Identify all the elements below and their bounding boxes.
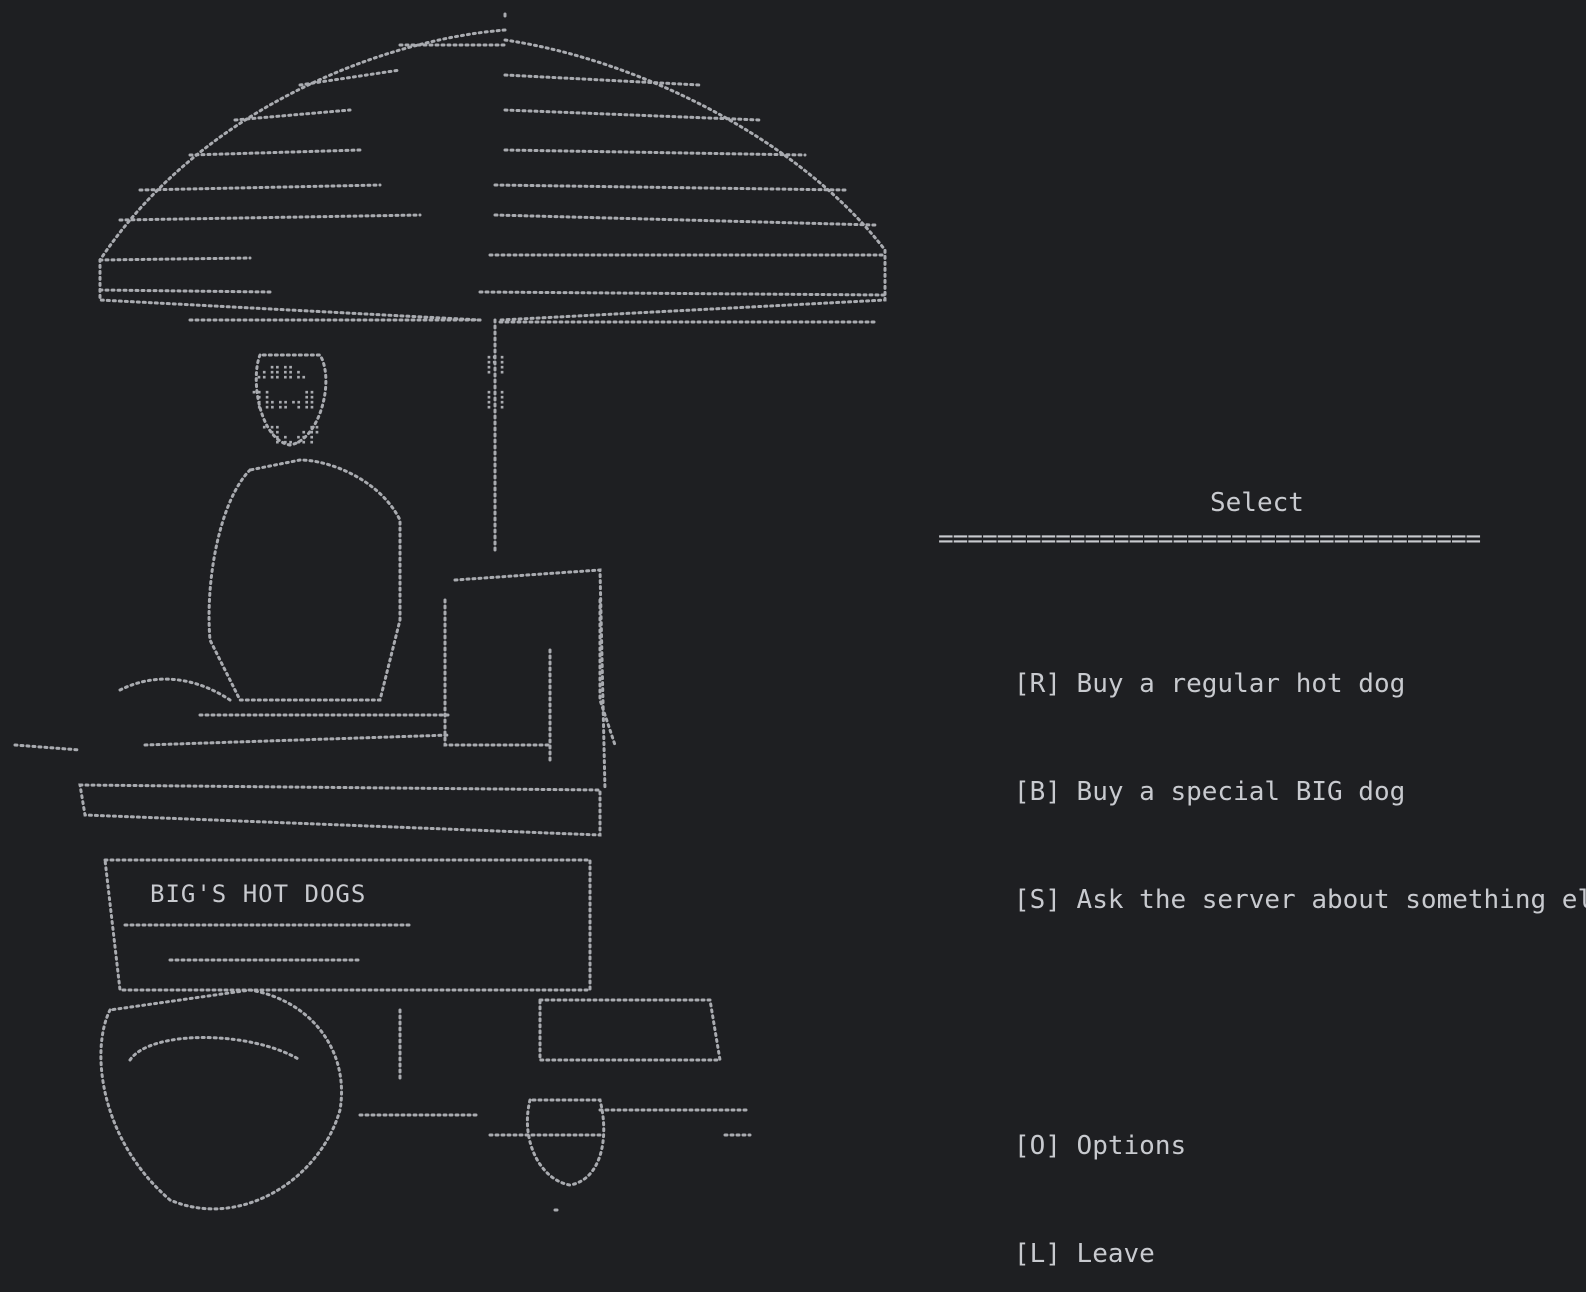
- menu-key-s: [S]: [1013, 885, 1061, 915]
- server-eyes-art: ⣠⣶⣶⣄: [255, 359, 308, 380]
- svg-text:⡟⡇: ⡟⡇: [485, 354, 511, 375]
- menu-label-ask-server: Ask the server about something else: [1076, 885, 1586, 915]
- terminal-window: ⣠⣶⣶⣄ ⢹⣧⣤⢤⣿ ⠈⢻⣄⣴⡟ ⡟⡇ ⡇⡇ BIG'S HOT DOGS Se…: [0, 0, 1586, 1292]
- cart-top: [78, 783, 602, 837]
- menu-label-big-dog: Buy a special BIG dog: [1076, 777, 1406, 807]
- umbrella-right: [498, 38, 887, 322]
- secondary-menu: [O] Options [L] Leave: [920, 1020, 1186, 1292]
- wheel-right: [525, 1098, 606, 1187]
- menu-item-regular-hot-dog[interactable]: [R] Buy a regular hot dog: [920, 630, 1586, 699]
- menu-item-options[interactable]: [O] Options: [920, 1092, 1186, 1161]
- menu-label-options: Options: [1076, 1131, 1187, 1161]
- hot-dog-stand-ascii-art: ⣠⣶⣶⣄ ⢹⣧⣤⢤⣿ ⠈⢻⣄⣴⡟ ⡟⡇ ⡇⡇: [13, 12, 887, 1212]
- menu-key-b: [B]: [1013, 777, 1061, 807]
- menu-item-ask-server[interactable]: [S] Ask the server about something else: [920, 846, 1586, 915]
- menu-item-big-dog[interactable]: [B] Buy a special BIG dog: [920, 738, 1586, 807]
- menu-item-leave[interactable]: [L] Leave: [920, 1200, 1186, 1269]
- umbrella-left: [98, 28, 507, 322]
- main-menu: [R] Buy a regular hot dog [B] Buy a spec…: [920, 558, 1586, 954]
- svg-text:⠈⢻⣄⣴⡟: ⠈⢻⣄⣴⡟: [255, 424, 321, 445]
- menu-key-o: [O]: [1013, 1131, 1061, 1161]
- menu-divider: =====================================: [938, 524, 1481, 554]
- wheel-left: [99, 988, 343, 1211]
- svg-text:⢹⣧⣤⢤⣿: ⢹⣧⣤⢤⣿: [250, 389, 316, 410]
- svg-text:⡇⡇: ⡇⡇: [485, 389, 511, 410]
- menu-title: Select: [1210, 488, 1304, 518]
- menu-label-regular-hot-dog: Buy a regular hot dog: [1076, 669, 1406, 699]
- menu-key-r: [R]: [1013, 669, 1061, 699]
- cart-sign: BIG'S HOT DOGS: [150, 880, 367, 908]
- menu-label-leave: Leave: [1076, 1239, 1155, 1269]
- server-body: [207, 458, 402, 702]
- menu-key-l: [L]: [1013, 1239, 1061, 1269]
